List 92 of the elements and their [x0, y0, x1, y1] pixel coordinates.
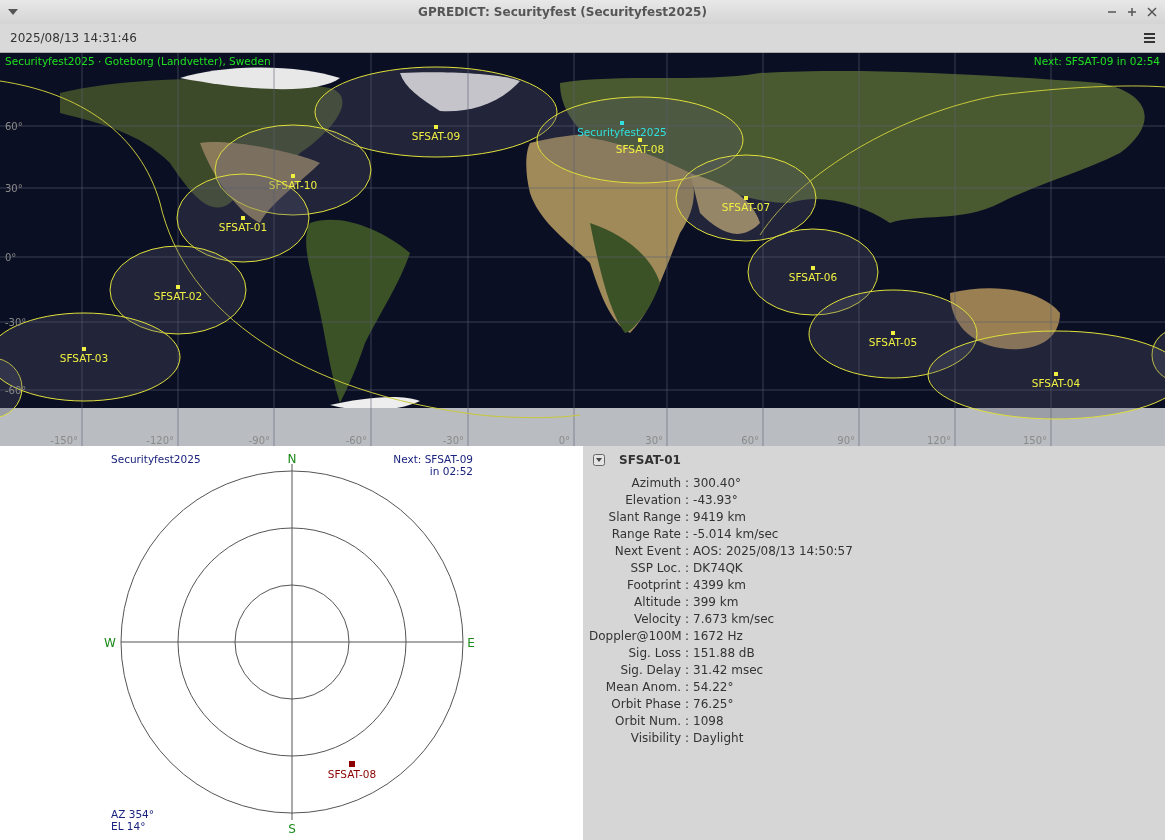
field-value: DK74QK	[693, 560, 744, 577]
separator: :	[685, 492, 690, 509]
field-value: 54.22°	[693, 679, 735, 696]
satellite-label[interactable]: SFSAT-04	[1031, 377, 1081, 389]
field-label: Elevation	[624, 492, 681, 509]
field-label: Doppler@100M	[589, 628, 681, 645]
satellite-label[interactable]: SFSAT-08	[615, 143, 665, 155]
satellite-label[interactable]: SFSAT-05	[868, 336, 918, 348]
station-info: Securityfest2025 · Goteborg (Landvetter), Sweden	[5, 55, 271, 67]
satellite-label[interactable]: SFSAT-08	[327, 768, 377, 780]
latitude-label: 60°	[5, 121, 23, 132]
separator: :	[685, 645, 690, 662]
latitude-label: -30°	[5, 317, 27, 328]
field-label: Footprint	[625, 577, 681, 594]
separator: :	[685, 730, 690, 747]
next-event: Next: SFSAT-09 in 02:54	[1033, 55, 1160, 67]
field-label: Orbit Phase	[610, 696, 681, 713]
satellite-marker	[434, 125, 438, 129]
satellite-name: SFSAT-01	[619, 453, 681, 467]
separator: :	[685, 594, 690, 611]
field-value: 31.42 msec	[693, 662, 765, 679]
field-label: Mean Anom.	[604, 679, 681, 696]
azimuth-reading: AZ 354°	[111, 808, 154, 820]
satellite-marker	[638, 138, 642, 142]
ground-station-label: Securityfest2025	[577, 126, 667, 138]
elevation-reading: EL 14°	[111, 820, 147, 832]
maximize-icon[interactable]	[1127, 6, 1137, 17]
satellite-marker	[744, 196, 748, 200]
next-event: Next: SFSAT-09	[393, 453, 473, 465]
separator: :	[685, 696, 690, 713]
field-label: Next Event	[613, 543, 681, 560]
field-value: 76.25°	[693, 696, 735, 713]
compass-north: N	[287, 452, 297, 466]
separator: :	[685, 560, 690, 577]
compass-east: E	[467, 636, 475, 650]
satellite-marker	[176, 285, 180, 289]
field-value: -5.014 km/sec	[693, 526, 780, 543]
field-label: Azimuth	[630, 475, 681, 492]
field-value: 9419 km	[693, 509, 748, 526]
field-label: Range Rate	[610, 526, 681, 543]
field-label: Altitude	[633, 594, 681, 611]
separator: :	[685, 679, 690, 696]
field-label: SSP Loc.	[629, 560, 681, 577]
close-icon[interactable]	[1147, 6, 1157, 17]
latitude-label: 30°	[5, 183, 23, 194]
ground-station-marker	[620, 121, 624, 125]
separator: :	[685, 611, 690, 628]
satellite-label[interactable]: SFSAT-06	[788, 271, 838, 283]
field-label: Sig. Delay	[619, 662, 681, 679]
field-label: Sig. Loss	[627, 645, 681, 662]
separator: :	[685, 526, 690, 543]
satellite-marker	[349, 761, 355, 767]
window-title: GPREDICT: Securityfest (Securityfest2025)	[417, 4, 708, 19]
field-label: Slant Range	[607, 509, 681, 526]
satellite-marker	[291, 174, 295, 178]
field-label: Visibility	[629, 730, 681, 747]
satellite-label[interactable]: SFSAT-03	[59, 352, 109, 364]
separator: :	[685, 628, 690, 645]
satellite-marker	[1054, 372, 1058, 376]
satellite-label[interactable]: SFSAT-02	[153, 290, 203, 302]
separator: :	[685, 543, 690, 560]
station-name: Securityfest2025	[111, 453, 201, 465]
satellite-label[interactable]: SFSAT-01	[218, 221, 268, 233]
latitude-label: 0°	[5, 252, 17, 263]
menu-icon[interactable]	[1144, 32, 1155, 43]
separator: :	[685, 713, 690, 730]
compass-west: W	[104, 636, 116, 650]
window-menu-icon[interactable]	[8, 8, 18, 15]
field-value: 4399 km	[693, 577, 748, 594]
field-value: AOS: 2025/08/13 14:50:57	[693, 543, 854, 560]
date-time: 2025/08/13 14:31:46	[10, 30, 137, 45]
satellite-marker	[891, 331, 895, 335]
dropdown-icon[interactable]	[593, 454, 605, 466]
field-label: Orbit Num.	[614, 713, 681, 730]
field-label: Velocity	[632, 611, 681, 628]
field-value: 1672 Hz	[693, 628, 744, 645]
field-value: 399 km	[693, 594, 740, 611]
field-value: 151.88 dB	[693, 645, 756, 662]
field-value: 7.673 km/sec	[693, 611, 776, 628]
compass-south: S	[288, 822, 296, 836]
satellite-label[interactable]: SFSAT-09	[411, 130, 461, 142]
field-value: 300.40°	[693, 475, 743, 492]
separator: :	[685, 509, 690, 526]
separator: :	[685, 662, 690, 679]
satellite-marker	[811, 266, 815, 270]
field-value: Daylight	[693, 730, 745, 747]
field-value: -43.93°	[693, 492, 739, 509]
field-value: 1098	[693, 713, 725, 730]
satellite-marker	[82, 347, 86, 351]
separator: :	[685, 475, 690, 492]
next-event: in 02:52	[429, 465, 473, 477]
separator: :	[685, 577, 690, 594]
